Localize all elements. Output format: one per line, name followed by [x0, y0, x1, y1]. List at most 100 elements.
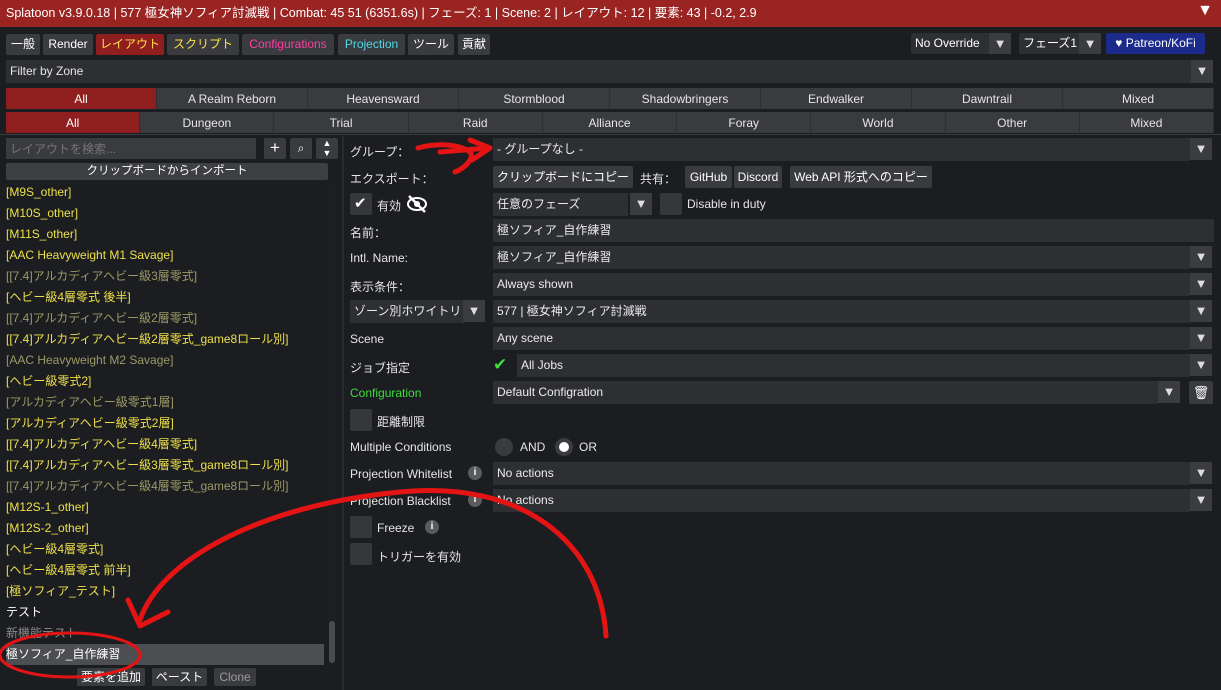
info-icon[interactable]: i — [425, 520, 439, 534]
content-segment[interactable]: Trial — [274, 112, 408, 133]
distance-limit-checkbox[interactable] — [350, 409, 372, 431]
layout-list-item[interactable]: [M12S-1_other] — [6, 497, 324, 518]
add-element-button[interactable]: 要素を追加 — [77, 668, 145, 686]
zone-select[interactable]: 577 | 極女神ソフィア討滅戦 — [493, 300, 1190, 323]
clone-button[interactable]: Clone — [214, 668, 256, 686]
name-input[interactable]: 極ソフィア_自作練習 — [493, 219, 1214, 242]
info-icon[interactable]: i — [468, 493, 482, 507]
sort-icon[interactable]: ▲ ▼ — [316, 138, 338, 159]
expansion-segment[interactable]: Stormblood — [459, 88, 609, 109]
layout-list-item[interactable]: [[7.4]アルカディアヘビー級3層零式] — [6, 266, 324, 287]
layout-list-item[interactable]: [極ソフィア_テスト] — [6, 581, 324, 602]
freeze-checkbox[interactable] — [350, 516, 372, 538]
patreon-button[interactable]: ♥ Patreon/KoFi — [1106, 33, 1205, 54]
layout-list-item[interactable]: [[7.4]アルカディアヘビー級2層零式_game8ロール別] — [6, 329, 324, 350]
group-dropdown-icon[interactable]: ▼ — [1190, 138, 1212, 160]
trigger-enable-checkbox[interactable] — [350, 543, 372, 565]
zoom-icon[interactable]: ⌕ — [290, 138, 312, 159]
layout-list-item[interactable]: [[7.4]アルカディアヘビー級2層零式] — [6, 308, 324, 329]
layout-list-item[interactable]: [ヘビー級4層零式] — [6, 539, 324, 560]
filter-by-zone[interactable]: Filter by Zone — [6, 60, 1191, 83]
layout-list-item[interactable]: [[7.4]アルカディアヘビー級4層零式_game8ロール別] — [6, 476, 324, 497]
job-dropdown-icon[interactable]: ▼ — [1190, 354, 1212, 376]
zone-whitelist-select[interactable]: ゾーン別ホワイトリ — [350, 300, 464, 323]
configuration-dropdown-icon[interactable]: ▼ — [1158, 381, 1180, 403]
layout-search-input[interactable] — [6, 138, 256, 159]
tab[interactable]: 一般 — [6, 34, 40, 55]
collapse-icon[interactable]: ▼ — [1197, 2, 1213, 20]
disable-in-duty-checkbox[interactable] — [660, 193, 682, 215]
layout-list-item[interactable]: [[7.4]アルカディアヘビー級4層零式] — [6, 434, 324, 455]
layout-list-item[interactable]: [M12S-2_other] — [6, 518, 324, 539]
content-segment[interactable]: Alliance — [542, 112, 677, 133]
display-condition-select[interactable]: Always shown — [493, 273, 1190, 296]
layout-list-item[interactable]: 極ソフィア_自作練習 — [6, 644, 324, 665]
content-segment[interactable]: All — [6, 112, 140, 133]
content-segment[interactable]: Dungeon — [140, 112, 274, 133]
group-select[interactable]: - グループなし - — [493, 138, 1190, 161]
tab[interactable]: 貢献 — [458, 34, 490, 55]
tab[interactable]: Projection — [338, 34, 405, 55]
zone-whitelist-dropdown-icon[interactable]: ▼ — [463, 300, 485, 322]
layout-list-item[interactable]: [AAC Heavyweight M1 Savage] — [6, 245, 324, 266]
layout-list-item[interactable]: テスト — [6, 602, 324, 623]
layout-list-item[interactable]: [[7.4]アルカディアヘビー級3層零式_game8ロール別] — [6, 455, 324, 476]
and-radio[interactable] — [495, 438, 513, 456]
layout-list-item[interactable]: [ヘビー級4層零式 後半] — [6, 287, 324, 308]
expansion-segment[interactable]: Shadowbringers — [610, 88, 760, 109]
add-layout-icon[interactable]: + — [264, 138, 286, 159]
tab[interactable]: レイアウト — [96, 34, 164, 55]
paste-button[interactable]: ペースト — [152, 668, 207, 686]
projection-whitelist-select[interactable]: No actions — [493, 462, 1190, 485]
job-select[interactable]: All Jobs — [517, 354, 1190, 377]
intl-name-input[interactable]: 極ソフィア_自作練習 — [493, 246, 1190, 269]
expansion-segment[interactable]: A Realm Reborn — [157, 88, 307, 109]
tab[interactable]: Configurations — [242, 34, 334, 55]
content-segment[interactable]: Raid — [408, 112, 542, 133]
layout-list-item[interactable]: [M10S_other] — [6, 203, 324, 224]
expansion-segment[interactable]: Heavensward — [308, 88, 458, 109]
content-segment[interactable]: Other — [945, 112, 1079, 133]
filter-dropdown-icon[interactable]: ▼ — [1191, 60, 1213, 83]
enabled-checkbox[interactable]: ✔ — [350, 193, 372, 215]
layout-list-item[interactable]: [アルカディアヘビー級零式1層] — [6, 392, 324, 413]
intl-name-dropdown-icon[interactable]: ▼ — [1190, 246, 1212, 268]
zone-dropdown-icon[interactable]: ▼ — [1190, 300, 1212, 322]
copy-clipboard-button[interactable]: クリップボードにコピー — [493, 166, 633, 188]
content-segment[interactable]: Mixed — [1079, 112, 1213, 133]
layout-list-item[interactable]: [M9S_other] — [6, 182, 324, 203]
visibility-off-icon[interactable] — [406, 194, 428, 214]
tab[interactable]: スクリプト — [167, 34, 239, 55]
phase-dropdown-icon[interactable]: ▼ — [1079, 33, 1101, 54]
override-dropdown-icon[interactable]: ▼ — [989, 33, 1011, 54]
discord-button[interactable]: Discord — [734, 166, 782, 188]
scrollbar-thumb[interactable] — [329, 621, 335, 663]
layout-list-item[interactable]: [ヘビー級4層零式 前半] — [6, 560, 324, 581]
projection-blacklist-select[interactable]: No actions — [493, 489, 1190, 512]
trash-icon[interactable]: 🗑 — [1189, 381, 1213, 404]
info-icon[interactable]: i — [468, 466, 482, 480]
layout-list-item[interactable]: [M11S_other] — [6, 224, 324, 245]
display-condition-dropdown-icon[interactable]: ▼ — [1190, 273, 1212, 295]
projection-whitelist-dropdown-icon[interactable]: ▼ — [1190, 462, 1212, 484]
import-clipboard-button[interactable]: クリップボードからインポート — [6, 163, 328, 180]
layout-list-scrollbar[interactable] — [327, 182, 336, 662]
scene-select[interactable]: Any scene — [493, 327, 1190, 350]
scene-dropdown-icon[interactable]: ▼ — [1190, 327, 1212, 349]
tab[interactable]: Render — [43, 34, 93, 55]
layout-list-item[interactable]: [アルカディアヘビー級零式2層] — [6, 413, 324, 434]
webapi-copy-button[interactable]: Web API 形式へのコピー — [790, 166, 932, 188]
content-segment[interactable]: Foray — [677, 112, 811, 133]
layout-list-item[interactable]: [AAC Heavyweight M2 Savage] — [6, 350, 324, 371]
layout-list-item[interactable]: [ヘビー級零式2] — [6, 371, 324, 392]
projection-blacklist-dropdown-icon[interactable]: ▼ — [1190, 489, 1212, 511]
or-radio[interactable] — [555, 438, 573, 456]
content-segment[interactable]: World — [811, 112, 945, 133]
phase-condition-select[interactable]: 任意のフェーズ — [493, 193, 628, 216]
configuration-select[interactable]: Default Configration — [493, 381, 1158, 404]
phase-condition-dropdown-icon[interactable]: ▼ — [630, 193, 652, 215]
expansion-segment[interactable]: All — [6, 88, 156, 109]
expansion-segment[interactable]: Endwalker — [761, 88, 911, 109]
github-button[interactable]: GitHub — [685, 166, 732, 188]
layout-list-item[interactable]: 新機能テスト — [6, 623, 324, 644]
